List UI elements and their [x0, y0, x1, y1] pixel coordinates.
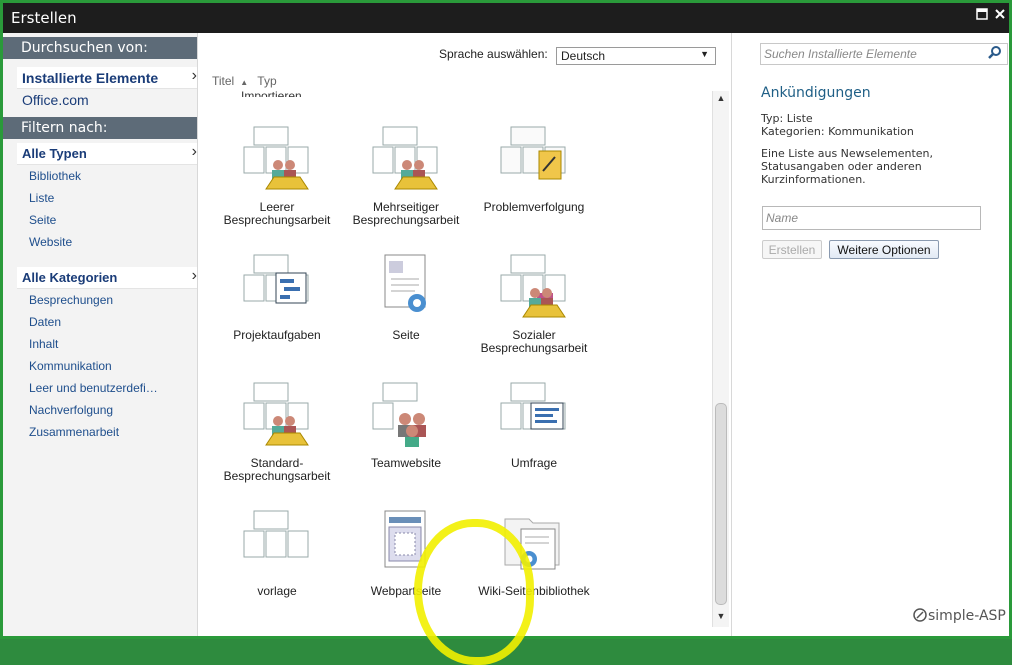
browse-item-installed[interactable]: Installierte Elemente › — [17, 67, 197, 89]
scroll-down-icon[interactable]: ▼ — [713, 611, 729, 625]
filter-all-categories[interactable]: Alle Kategorien › — [17, 267, 197, 289]
template-tile-label: Problemverfolgung — [483, 200, 585, 214]
name-input[interactable]: Name — [762, 206, 981, 230]
browse-item-office[interactable]: Office.com — [3, 89, 197, 111]
search-icon[interactable] — [987, 45, 1003, 61]
name-placeholder: Name — [766, 211, 799, 225]
filter-type-website[interactable]: Website — [3, 231, 197, 253]
template-tile[interactable]: Sozialer Besprechungsarbeit — [470, 253, 598, 355]
template-icon — [242, 509, 312, 579]
template-tile-label: Standard-Besprechungsarbeit — [223, 456, 331, 483]
filter-category-content[interactable]: Inhalt — [3, 333, 197, 355]
template-gallery: Sprache auswählen: Deutsch ▼ Titel ▲ Typ … — [199, 33, 730, 665]
template-tile-label: Sozialer Besprechungsarbeit — [480, 328, 588, 355]
template-tile[interactable]: Seite — [342, 253, 470, 342]
filter-type-list[interactable]: Liste — [3, 187, 197, 209]
details-pane: Suchen Installierte Elemente Ankündigung… — [731, 33, 1009, 636]
template-tile-label: Umfrage — [510, 456, 557, 470]
sort-up-icon: ▲ — [240, 78, 249, 87]
filter-type-library[interactable]: Bibliothek — [3, 165, 197, 187]
details-description: Eine Liste aus Newselementen, Statusanga… — [761, 147, 933, 186]
language-label: Sprache auswählen: — [439, 47, 548, 61]
scroll-up-icon[interactable]: ▲ — [713, 93, 729, 107]
template-tile-label: Mehrseitiger Besprechungsarbeit — [352, 200, 460, 227]
template-tile[interactable]: Teamwebsite — [342, 381, 470, 470]
meeting-multi-icon — [371, 125, 441, 195]
more-options-button[interactable]: Weitere Optionen — [829, 240, 939, 259]
language-value: Deutsch — [561, 49, 606, 63]
meeting-icon — [242, 125, 312, 195]
filter-category-meetings[interactable]: Besprechungen — [3, 289, 197, 311]
truncated-tile-label: Importieren — [241, 89, 302, 97]
team-site-icon — [371, 381, 441, 451]
social-meeting-icon — [499, 253, 569, 323]
sort-header: Titel ▲ Typ — [212, 74, 283, 88]
watermark-logo: simple-ASP — [912, 607, 1006, 624]
template-tile-label: Leerer Besprechungsarbeit — [223, 200, 331, 227]
dropdown-arrow-icon: ▼ — [700, 49, 709, 59]
search-input[interactable]: Suchen Installierte Elemente — [760, 43, 1008, 65]
details-info: Typ: Liste Kategorien: Kommunikation — [761, 112, 914, 138]
issue-tracking-icon — [499, 125, 569, 195]
filter-category-tracking[interactable]: Nachverfolgung — [3, 399, 197, 421]
create-dialog: Erstellen Durchsuchen von: Installierte … — [0, 0, 1012, 665]
maximize-icon[interactable] — [975, 8, 989, 22]
filter-all-categories-label: Alle Kategorien — [22, 270, 118, 285]
sort-by-type[interactable]: Typ — [257, 74, 276, 88]
details-category: Kategorien: Kommunikation — [761, 125, 914, 138]
filter-all-types[interactable]: Alle Typen › — [17, 143, 197, 165]
filter-category-collaboration[interactable]: Zusammenarbeit — [3, 421, 197, 443]
template-tile[interactable]: Projektaufgaben — [213, 253, 341, 342]
chevron-right-icon: › — [191, 267, 197, 284]
survey-icon — [499, 381, 569, 451]
chevron-right-icon: › — [191, 143, 197, 160]
template-tile-label: Projektaufgaben — [233, 328, 321, 342]
project-tasks-icon — [242, 253, 312, 323]
template-tile-label: Teamwebsite — [370, 456, 442, 470]
standard-meeting-icon — [242, 381, 312, 451]
yellow-highlight-circle — [414, 519, 534, 665]
template-tile[interactable]: Umfrage — [470, 381, 598, 470]
vertical-scrollbar[interactable]: ▲ ▼ — [712, 91, 729, 627]
browse-heading: Durchsuchen von: — [3, 37, 197, 59]
page-icon — [371, 253, 441, 323]
chevron-right-icon: › — [191, 67, 197, 84]
create-button[interactable]: Erstellen — [762, 240, 822, 259]
template-tile-label: Seite — [392, 328, 420, 342]
scroll-thumb[interactable] — [715, 403, 727, 605]
title-bar: Erstellen — [3, 3, 1009, 33]
dialog-title: Erstellen — [11, 9, 77, 27]
template-tile[interactable]: Leerer Besprechungsarbeit — [213, 125, 341, 227]
filter-all-types-label: Alle Typen — [22, 146, 87, 161]
watermark-brand: simple-ASP — [928, 608, 1006, 624]
left-navigation: Durchsuchen von: Installierte Elemente ›… — [3, 33, 198, 636]
template-tile[interactable]: Standard-Besprechungsarbeit — [213, 381, 341, 483]
close-icon[interactable] — [993, 8, 1007, 22]
filter-type-page[interactable]: Seite — [3, 209, 197, 231]
filter-category-blank[interactable]: Leer und benutzerdefi… — [3, 377, 197, 399]
template-tile-label: vorlage — [257, 584, 297, 598]
browse-item-label: Installierte Elemente — [22, 70, 159, 86]
details-type: Typ: Liste — [761, 112, 813, 125]
template-tile[interactable]: Problemverfolgung — [470, 125, 598, 214]
filter-category-communication[interactable]: Kommunikation — [3, 355, 197, 377]
details-heading: Ankündigungen — [761, 85, 871, 101]
sort-by-title[interactable]: Titel — [212, 74, 234, 88]
template-tile[interactable]: vorlage — [213, 509, 341, 598]
filter-heading: Filtern nach: — [3, 117, 197, 139]
search-placeholder: Suchen Installierte Elemente — [764, 47, 917, 61]
filter-category-data[interactable]: Daten — [3, 311, 197, 333]
language-select[interactable]: Deutsch ▼ — [556, 47, 716, 65]
template-tile[interactable]: Mehrseitiger Besprechungsarbeit — [342, 125, 470, 227]
